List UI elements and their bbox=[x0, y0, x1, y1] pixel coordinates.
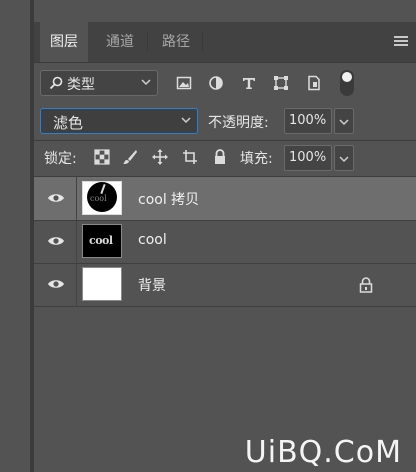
panel-menu-icon[interactable] bbox=[394, 36, 408, 48]
layer-name[interactable]: cool 拷贝 bbox=[138, 189, 199, 209]
lock-image-pixels-brush-icon[interactable] bbox=[122, 149, 138, 165]
chevron-down-icon bbox=[141, 79, 151, 86]
eye-icon[interactable] bbox=[47, 234, 65, 248]
left-dock-strip bbox=[0, 0, 30, 472]
lock-all-icon[interactable] bbox=[212, 149, 228, 165]
opacity-dropdown-button[interactable] bbox=[334, 108, 354, 134]
smart-object-filter-icon[interactable] bbox=[306, 75, 322, 91]
blend-mode-dropdown[interactable]: 滤色 bbox=[40, 108, 198, 134]
fill-input[interactable]: 100% bbox=[284, 145, 332, 171]
filter-kind-label: 类型 bbox=[67, 77, 95, 93]
thumbnail-circle: cool bbox=[87, 182, 117, 212]
watermark-logo: UiBQ.CoM bbox=[244, 435, 402, 470]
opacity-label: 不透明度: bbox=[208, 115, 269, 131]
pixel-layer-filter-icon[interactable] bbox=[176, 75, 192, 91]
toggle-knob bbox=[342, 72, 352, 82]
tab-separator bbox=[202, 32, 203, 52]
thumbnail-needle bbox=[100, 183, 106, 195]
lock-label: 锁定: bbox=[44, 151, 77, 167]
eye-icon[interactable] bbox=[47, 191, 65, 205]
chevron-down-icon bbox=[181, 117, 191, 124]
shape-layer-filter-icon[interactable] bbox=[273, 75, 289, 91]
tab-paths[interactable]: 路径 bbox=[152, 22, 200, 62]
layer-name[interactable]: cool bbox=[138, 232, 167, 248]
layer-thumbnail: cool bbox=[82, 224, 122, 258]
opacity-input[interactable]: 100% bbox=[284, 108, 332, 134]
layer-row[interactable]: cool cool bbox=[34, 220, 416, 264]
panel-tab-bar: 图层 通道 路径 bbox=[34, 22, 416, 63]
tab-separator bbox=[147, 32, 148, 52]
fill-dropdown-button[interactable] bbox=[334, 145, 354, 171]
blend-mode-value: 滤色 bbox=[53, 114, 84, 132]
type-layer-filter-icon[interactable] bbox=[241, 75, 257, 91]
adjustment-layer-filter-icon[interactable] bbox=[208, 75, 224, 91]
row-separator bbox=[34, 140, 416, 141]
visibility-column-divider bbox=[76, 220, 77, 263]
lock-artboard-icon[interactable] bbox=[182, 149, 198, 165]
chevron-down-icon bbox=[339, 156, 349, 163]
layer-row[interactable]: cool cool 拷贝 bbox=[34, 177, 416, 221]
visibility-column-divider bbox=[76, 263, 77, 306]
eye-icon[interactable] bbox=[47, 277, 65, 291]
layers-panel: 图层 通道 路径 类型 滤色 不透明度: 100% 锁定: 填充: 100% c… bbox=[34, 0, 416, 472]
layer-row[interactable]: 背景 bbox=[34, 263, 416, 307]
lock-icon[interactable] bbox=[359, 277, 373, 293]
search-icon bbox=[49, 76, 63, 90]
filter-kind-dropdown[interactable]: 类型 bbox=[40, 70, 158, 96]
lock-position-move-icon[interactable] bbox=[152, 149, 168, 165]
visibility-column-divider bbox=[76, 177, 77, 220]
thumbnail-text: cool bbox=[90, 194, 107, 203]
chevron-down-icon bbox=[339, 119, 349, 126]
layer-thumbnail bbox=[82, 267, 122, 301]
filter-toggle-switch[interactable] bbox=[340, 70, 354, 96]
tab-layers[interactable]: 图层 bbox=[40, 22, 88, 62]
fill-label: 填充: bbox=[240, 151, 273, 167]
tab-channels[interactable]: 通道 bbox=[96, 22, 144, 62]
layer-name[interactable]: 背景 bbox=[138, 275, 166, 295]
layer-thumbnail: cool bbox=[82, 181, 122, 215]
thumbnail-text: cool bbox=[89, 234, 113, 247]
lock-transparent-pixels-icon[interactable] bbox=[94, 149, 110, 165]
